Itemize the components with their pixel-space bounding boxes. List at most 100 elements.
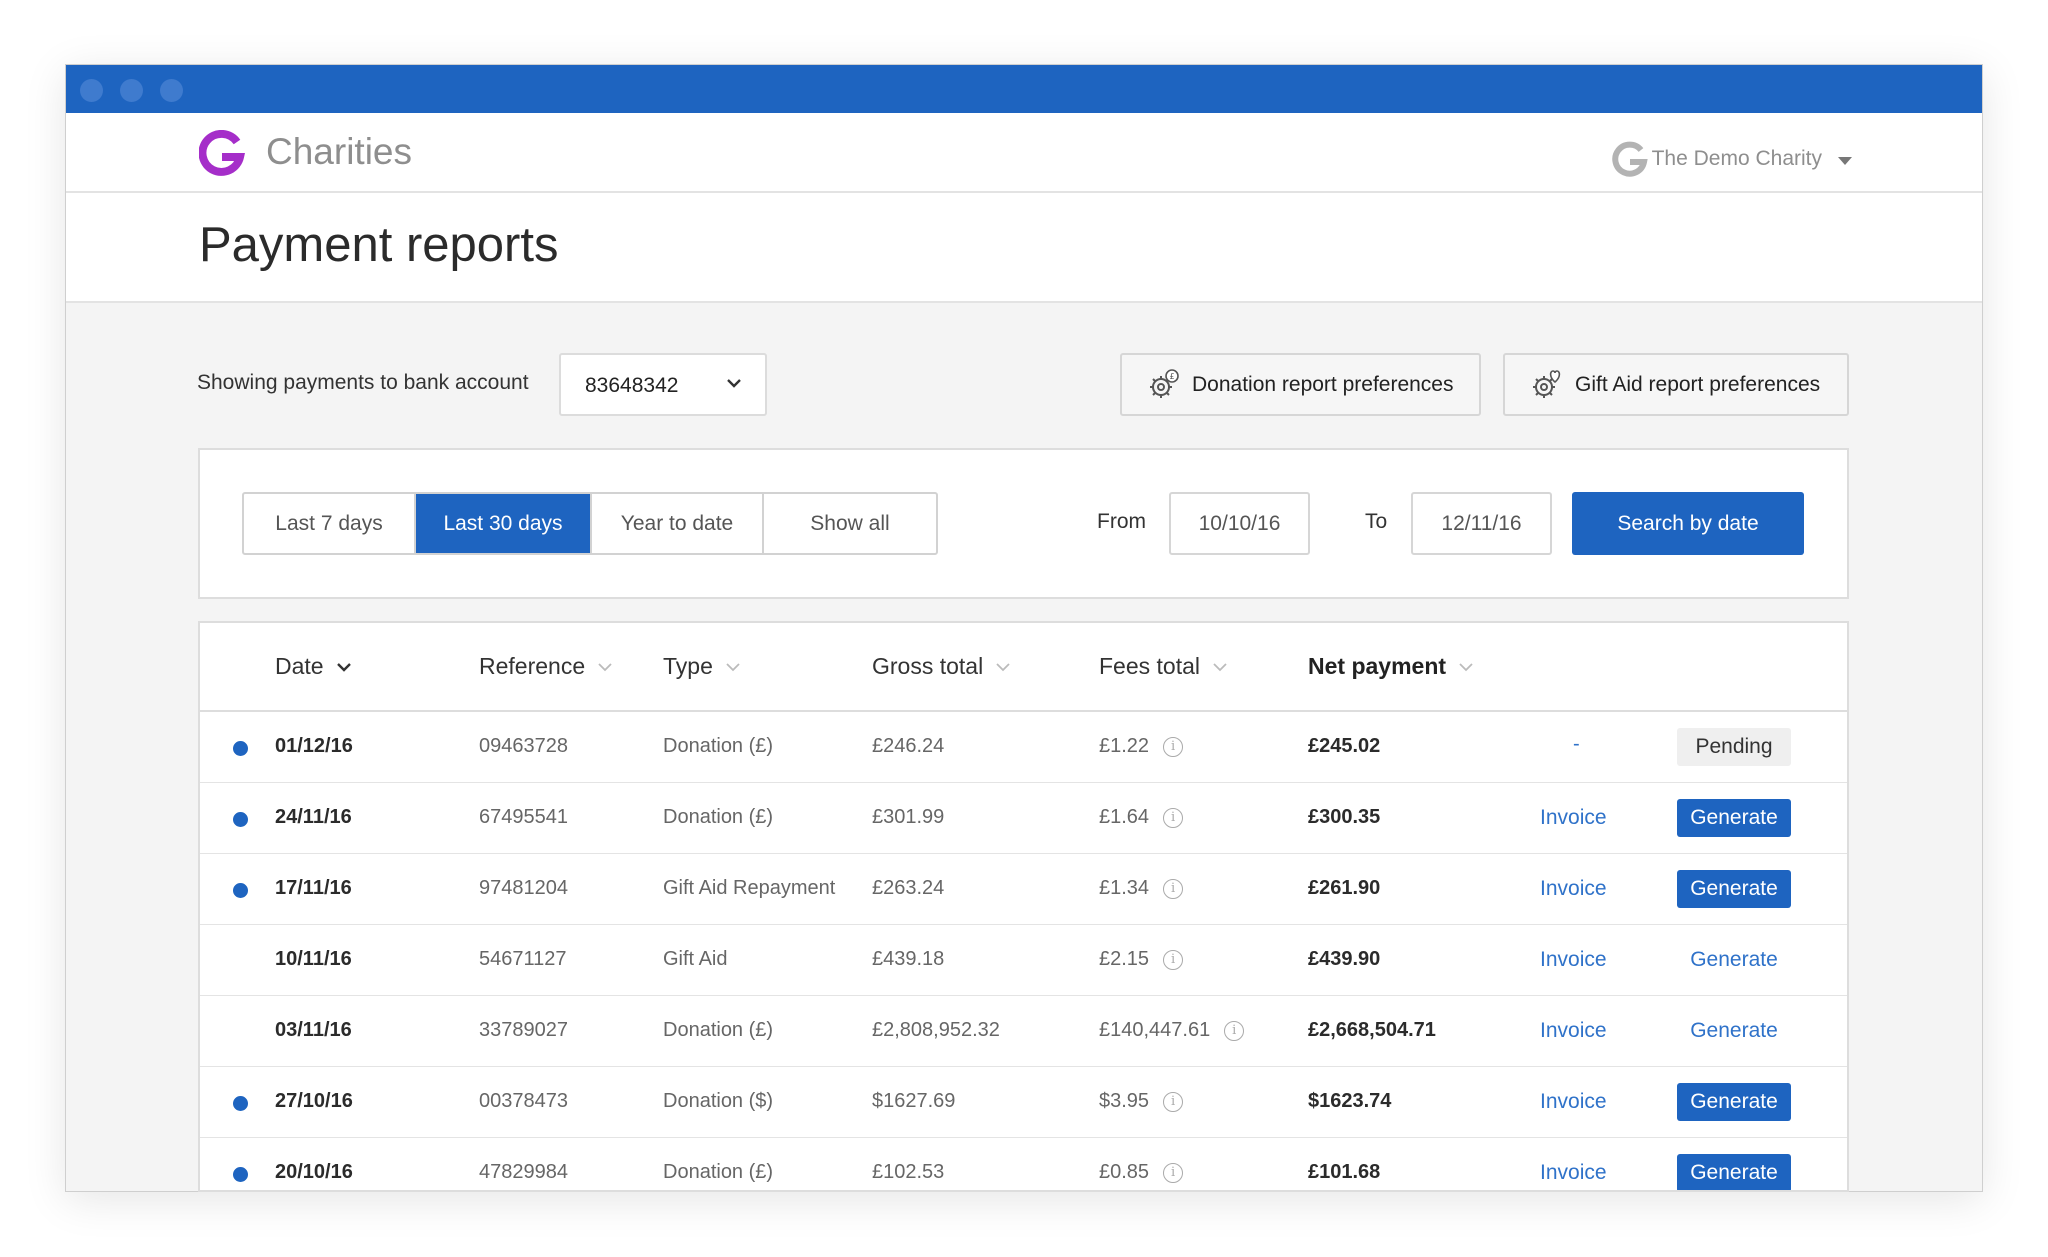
brand-name: Charities xyxy=(266,131,412,172)
row-date: 20/10/16 xyxy=(275,1161,353,1183)
range-last-7-days[interactable]: Last 7 days xyxy=(244,494,416,553)
giftaid-preferences-button[interactable]: Gift Aid report preferences xyxy=(1503,353,1849,416)
giftaid-preferences-label: Gift Aid report preferences xyxy=(1575,372,1821,396)
sort-chevron-icon xyxy=(726,662,740,671)
row-fees-value: £0.85 xyxy=(1099,1161,1150,1183)
row-date: 03/11/16 xyxy=(275,1019,352,1041)
row-net-payment: £101.68 xyxy=(1308,1161,1381,1183)
column-net-header[interactable]: Net payment xyxy=(1308,653,1474,680)
row-gross-total: £102.53 xyxy=(872,1161,945,1183)
from-date-input[interactable]: 10/10/16 xyxy=(1169,492,1310,555)
unread-indicator-dot xyxy=(233,741,248,756)
info-icon[interactable]: i xyxy=(1163,1162,1184,1183)
row-fees-total: $3.95 i xyxy=(1099,1090,1184,1113)
page-title: Payment reports xyxy=(199,218,559,272)
row-fees-total: £2.15 i xyxy=(1099,948,1184,971)
unread-indicator-dot xyxy=(233,812,248,827)
row-reference: 33789027 xyxy=(479,1019,568,1041)
date-range-segmented-control: Last 7 days Last 30 days Year to date Sh… xyxy=(242,492,938,555)
row-invoice-link[interactable]: Invoice xyxy=(1540,877,1607,901)
info-icon[interactable]: i xyxy=(1224,1020,1245,1041)
row-type: Donation (£) xyxy=(663,1161,774,1183)
row-generate-button[interactable]: Generate xyxy=(1677,870,1791,908)
column-reference-label: Reference xyxy=(479,653,586,679)
row-fees-value: £2.15 xyxy=(1099,948,1150,970)
row-generate-button[interactable]: Generate xyxy=(1677,1154,1791,1190)
range-year-to-date[interactable]: Year to date xyxy=(592,494,764,553)
column-date-header[interactable]: Date xyxy=(275,653,352,680)
sort-chevron-icon xyxy=(598,662,612,671)
row-type: Donation (£) xyxy=(663,735,774,757)
row-fees-total: £1.64 i xyxy=(1099,806,1184,829)
table-row[interactable]: 27/10/16 00378473 Donation ($) $1627.69 $3.9… xyxy=(200,1067,1847,1138)
row-invoice-link[interactable]: Invoice xyxy=(1540,806,1607,830)
chevron-down-icon xyxy=(727,379,741,388)
row-reference: 47829984 xyxy=(479,1161,568,1183)
bank-account-select[interactable]: 83648342 xyxy=(559,353,767,416)
close-window-dot[interactable] xyxy=(80,79,103,102)
maximize-window-dot[interactable] xyxy=(160,79,183,102)
window-titlebar xyxy=(66,65,1982,113)
table-row[interactable]: 10/11/16 54671127 Gift Aid £439.18 £2.15 i £43… xyxy=(200,925,1847,996)
donation-preferences-label: Donation report preferences xyxy=(1192,372,1454,396)
info-icon[interactable]: i xyxy=(1163,949,1184,970)
range-show-all[interactable]: Show all xyxy=(764,494,936,553)
row-date: 27/10/16 xyxy=(275,1090,353,1112)
from-label: From xyxy=(1097,510,1146,533)
column-reference-header[interactable]: Reference xyxy=(479,653,613,680)
row-reference: 00378473 xyxy=(479,1090,568,1112)
donation-preferences-button[interactable]: £ Donation report preferences xyxy=(1120,353,1481,416)
row-fees-total: £140,447.61 i xyxy=(1099,1019,1245,1042)
row-invoice-link[interactable]: Invoice xyxy=(1540,948,1607,972)
column-type-label: Type xyxy=(663,653,713,679)
row-net-payment: $1623.74 xyxy=(1308,1090,1392,1112)
row-invoice-link[interactable]: Invoice xyxy=(1540,1090,1607,1114)
sort-chevron-icon xyxy=(1213,662,1227,671)
table-row[interactable]: 01/12/16 09463728 Donation (£) £246.24 £1.22… xyxy=(200,712,1847,783)
info-icon[interactable]: i xyxy=(1163,807,1184,828)
table-row[interactable]: 24/11/16 67495541 Donation (£) £301.99 £1.64… xyxy=(200,783,1847,854)
range-last-30-days[interactable]: Last 30 days xyxy=(416,494,592,553)
table-row[interactable]: 03/11/16 33789027 Donation (£) £2,808,952.3… xyxy=(200,996,1847,1067)
row-date: 01/12/16 xyxy=(275,735,353,757)
table-row[interactable]: 17/11/16 97481204 Gift Aid Repayment £263.2… xyxy=(200,854,1847,925)
row-net-payment: £439.90 xyxy=(1308,948,1381,970)
row-net-payment: £2,668,504.71 xyxy=(1308,1019,1436,1041)
payments-table: Date Reference Type Gross total Fees tot… xyxy=(198,621,1849,1192)
settings-gear-pound-icon: £ xyxy=(1150,368,1179,398)
row-net-payment: £300.35 xyxy=(1308,806,1381,828)
row-invoice-link[interactable]: Invoice xyxy=(1540,1019,1607,1043)
settings-gear-heart-icon xyxy=(1533,369,1561,398)
row-reference: 97481204 xyxy=(479,877,568,899)
unread-indicator-dot xyxy=(233,883,248,898)
brand-logo-icon[interactable] xyxy=(199,130,245,176)
row-reference: 09463728 xyxy=(479,735,568,757)
info-icon[interactable]: i xyxy=(1163,878,1184,899)
info-icon[interactable]: i xyxy=(1163,736,1184,757)
row-type: Gift Aid Repayment xyxy=(663,877,836,899)
column-gross-header[interactable]: Gross total xyxy=(872,653,1011,680)
info-icon[interactable]: i xyxy=(1163,1091,1184,1112)
row-generate-button[interactable]: Generate xyxy=(1677,1083,1791,1121)
account-logo-icon xyxy=(1611,141,1648,177)
search-by-date-button[interactable]: Search by date xyxy=(1572,492,1804,555)
to-date-input[interactable]: 12/11/16 xyxy=(1411,492,1552,555)
column-fees-label: Fees total xyxy=(1099,653,1200,679)
row-date: 10/11/16 xyxy=(275,948,352,970)
row-fees-value: £140,447.61 xyxy=(1099,1019,1211,1041)
row-fees-total: £1.34 i xyxy=(1099,877,1184,900)
svg-text:£: £ xyxy=(1169,372,1174,381)
column-fees-header[interactable]: Fees total xyxy=(1099,653,1228,680)
bank-account-label: Showing payments to bank account xyxy=(197,371,529,394)
table-header: Date Reference Type Gross total Fees tot… xyxy=(200,623,1847,712)
row-invoice-link[interactable]: Invoice xyxy=(1540,1161,1607,1185)
row-generate-link[interactable]: Generate xyxy=(1677,948,1791,972)
minimize-window-dot[interactable] xyxy=(120,79,143,102)
column-type-header[interactable]: Type xyxy=(663,653,741,680)
row-type: Donation ($) xyxy=(663,1090,774,1112)
row-gross-total: $1627.69 xyxy=(872,1090,956,1112)
table-row[interactable]: 20/10/16 47829984 Donation (£) £102.53 £0.85… xyxy=(200,1138,1847,1190)
account-switcher[interactable]: The Demo Charity xyxy=(1611,141,1852,177)
row-generate-button[interactable]: Generate xyxy=(1677,799,1791,837)
row-generate-link[interactable]: Generate xyxy=(1677,1019,1791,1043)
